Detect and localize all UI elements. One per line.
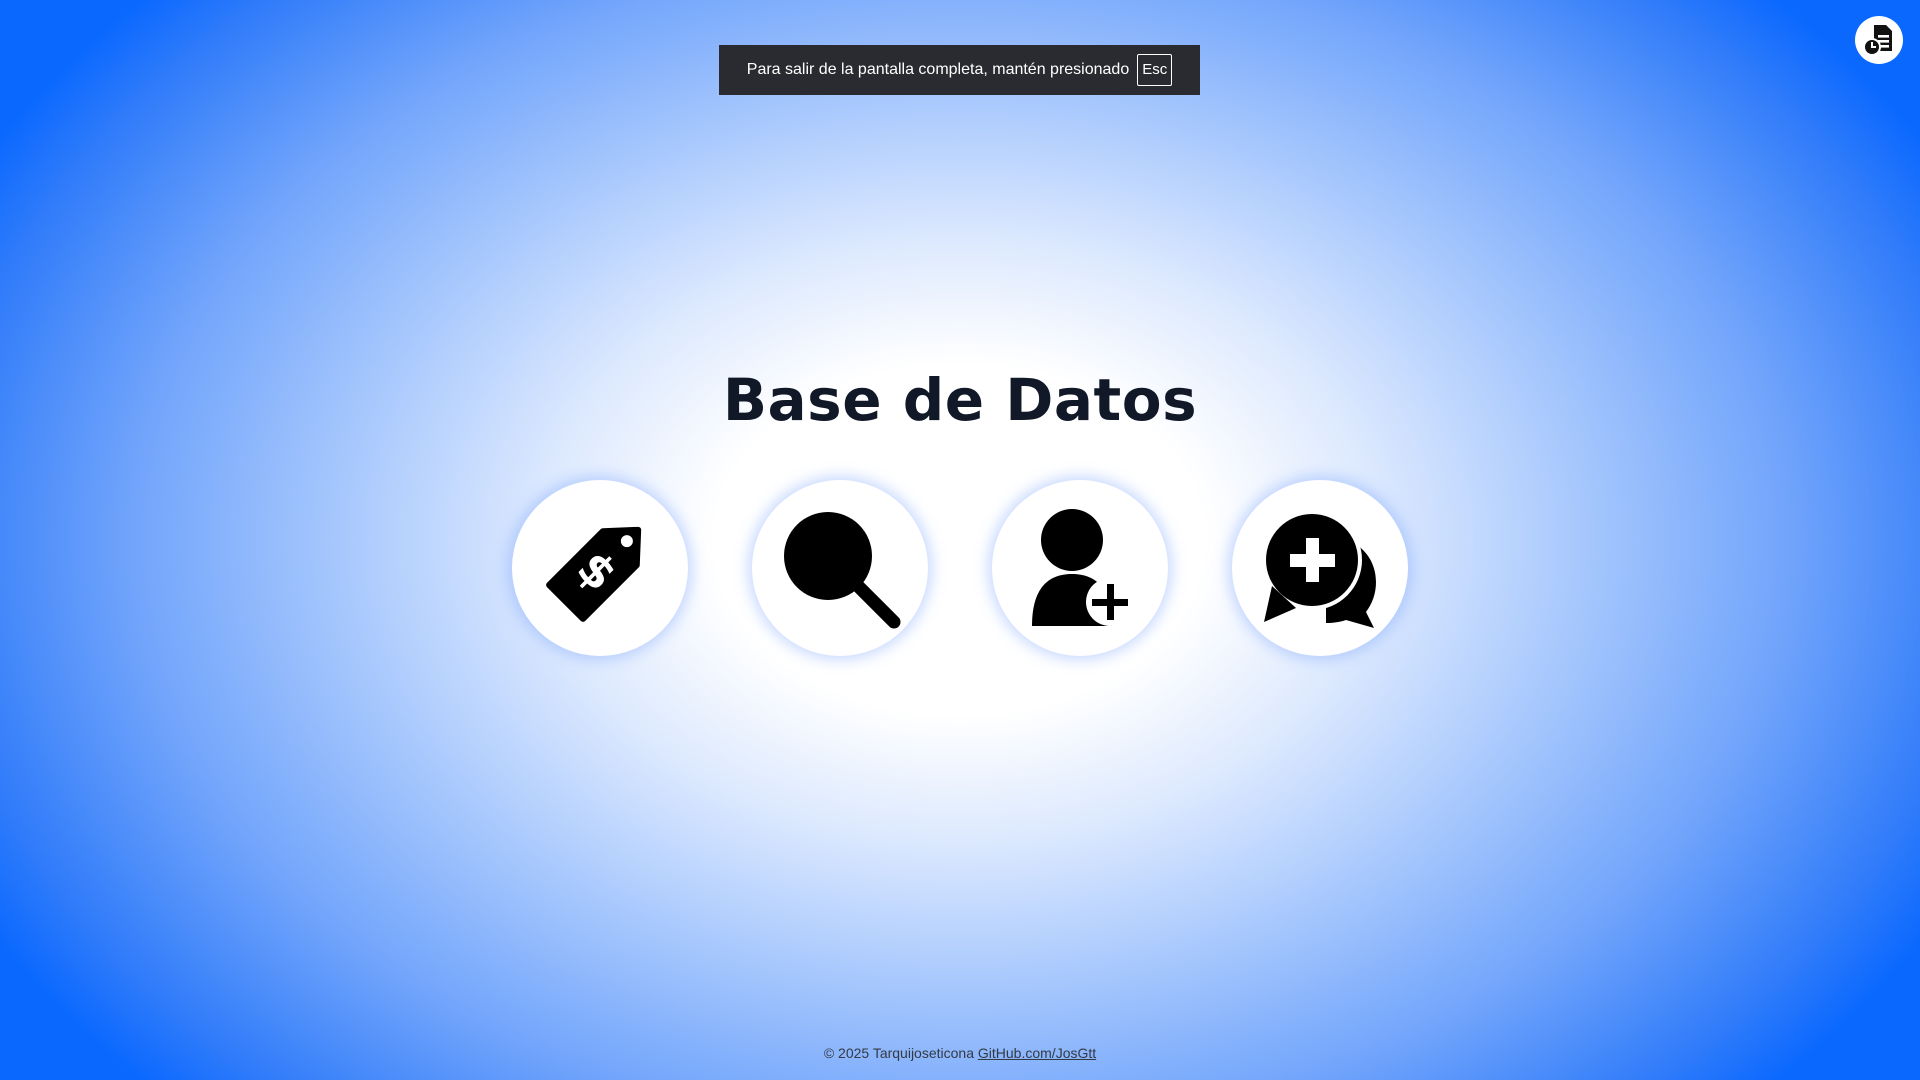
fullscreen-exit-notice: Para salir de la pantalla completa, mant… xyxy=(719,45,1200,95)
footer: © 2025 Tarquijoseticona GitHub.com/JosGt… xyxy=(0,1045,1920,1061)
pricing-button[interactable]: $ xyxy=(512,480,688,656)
search-button[interactable] xyxy=(752,480,928,656)
github-link[interactable]: GitHub.com/JosGtt xyxy=(978,1045,1096,1061)
add-chat-button[interactable] xyxy=(1232,480,1408,656)
search-icon xyxy=(784,512,901,629)
esc-key-badge: Esc xyxy=(1137,54,1173,86)
footer-copyright: © 2025 Tarquijoseticona xyxy=(823,1045,974,1061)
document-history-button[interactable] xyxy=(1855,16,1903,64)
fullscreen-notice-text: Para salir de la pantalla completa, mant… xyxy=(746,61,1130,78)
add-user-button[interactable] xyxy=(992,480,1168,656)
add-user-icon xyxy=(1032,509,1134,626)
document-clock-icon xyxy=(1863,25,1892,56)
action-buttons: $ xyxy=(0,480,1920,656)
page-title: Base de Datos xyxy=(722,366,1198,434)
price-tag-dollar-icon: $ xyxy=(546,526,642,622)
chat-add-icon xyxy=(1262,510,1376,628)
